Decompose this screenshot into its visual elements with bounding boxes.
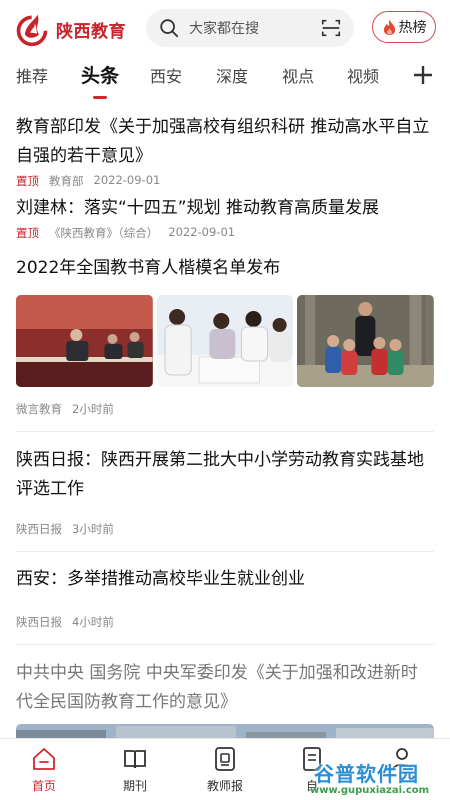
news-time: 2小时前 [72,402,114,416]
news-title: 2022年全国教书育人楷模名单发布 [16,258,281,278]
nav-journal-label: 期刊 [122,779,147,793]
nav-home[interactable]: 首页 [4,745,84,794]
news-source: 《陕西教育》（综合） [49,226,159,240]
tab-video[interactable]: 视频 [347,64,379,90]
news-image-teachers [156,295,294,387]
news-title: 中共中央 国务院 中央军委印发《关于加强和改进新时代全民国防教育工作的意见》 [16,663,418,712]
news-image-ceremony [16,295,153,387]
search-placeholder: 大家都在搜 [189,21,259,37]
news-image-students [297,295,435,387]
news-title: 刘建林：落实“十四五”规划 推动教育高质量发展 [16,198,380,218]
news-item[interactable]: 刘建林：落实“十四五”规划 推动教育高质量发展 置顶 《陕西教育》（综合） 20… [16,194,434,241]
nav-journal[interactable]: 期刊 [95,745,175,794]
hot-list-button[interactable]: 热榜 [372,11,436,43]
book-icon [124,750,146,769]
site-watermark: 谷普软件园 www.gupuxiazai.com [300,758,450,800]
app-name: 陕西教育 [56,21,126,42]
news-item[interactable]: 中共中央 国务院 中央军委印发《关于加强和改进新时代全民国防教育工作的意见》 [16,659,434,717]
active-tab-indicator [93,96,107,99]
news-meta: 置顶 教育部 2022-09-01 [16,173,434,189]
flame-icon [383,19,395,35]
pinned-tag: 置顶 [16,226,39,240]
divider [16,551,434,552]
search-bar[interactable]: 大家都在搜 [146,9,354,47]
watermark-title: 谷普软件园 [314,762,419,786]
news-title: 教育部印发《关于加强高校有组织科研 推动高水平自立自强的若干意见》 [16,117,430,166]
news-item[interactable]: 2022年全国教书育人楷模名单发布 [16,254,434,283]
search-icon [160,19,179,38]
news-meta: 陕西日报 4小时前 [16,614,114,630]
scan-icon[interactable] [320,17,342,39]
add-channel-icon[interactable] [412,64,434,86]
top-header: 陕西教育 大家都在搜 热榜 [0,0,450,58]
news-date: 2022-09-01 [93,173,161,187]
news-meta: 微言教育 2小时前 [16,401,114,417]
news-item[interactable]: 教育部印发《关于加强高校有组织科研 推动高水平自立自强的若干意见》 置顶 教育部… [16,113,434,189]
news-item[interactable]: 陕西日报：陕西开展第二批大中小学劳动教育实践基地评选工作 [16,446,434,504]
nav-home-label: 首页 [31,779,56,793]
news-source: 陕西日报 [16,522,62,536]
tab-viewpoint[interactable]: 视点 [282,64,314,90]
tab-recommend[interactable]: 推荐 [16,64,48,90]
news-meta: 陕西日报 3小时前 [16,521,114,537]
news-time: 4小时前 [72,615,114,629]
news-source: 微言教育 [16,402,62,416]
news-item[interactable]: 西安：多举措推动高校毕业生就业创业 [16,565,434,594]
news-meta: 置顶 《陕西教育》（综合） 2022-09-01 [16,225,434,241]
news-source: 陕西日报 [16,615,62,629]
app-logo[interactable]: 陕西教育 [14,9,126,49]
channel-tabs: 推荐 头条 西安 深度 视点 视频 [0,58,450,104]
news-time: 3小时前 [72,522,114,536]
news-title: 陕西日报：陕西开展第二批大中小学劳动教育实践基地评选工作 [16,450,424,499]
nav-teacher-news-label: 教师报 [206,779,243,793]
news-date: 2022-09-01 [168,225,236,239]
hot-list-label: 热榜 [398,20,427,36]
news-title: 西安：多举措推动高校毕业生就业创业 [16,569,305,589]
tab-headlines[interactable]: 头条 [81,63,119,89]
news-image-row[interactable] [16,295,435,387]
watermark-url: www.gupuxiazai.com [310,785,430,796]
home-icon [33,748,55,770]
nav-teacher-news[interactable]: 教师报 [185,745,265,794]
logo-icon [16,14,48,47]
divider [16,431,434,432]
tab-xian[interactable]: 西安 [150,64,182,90]
pinned-tag: 置顶 [16,174,39,188]
tab-depth[interactable]: 深度 [216,64,248,90]
news-source: 教育部 [49,174,84,188]
divider [16,644,434,645]
newspaper-icon [215,747,235,771]
